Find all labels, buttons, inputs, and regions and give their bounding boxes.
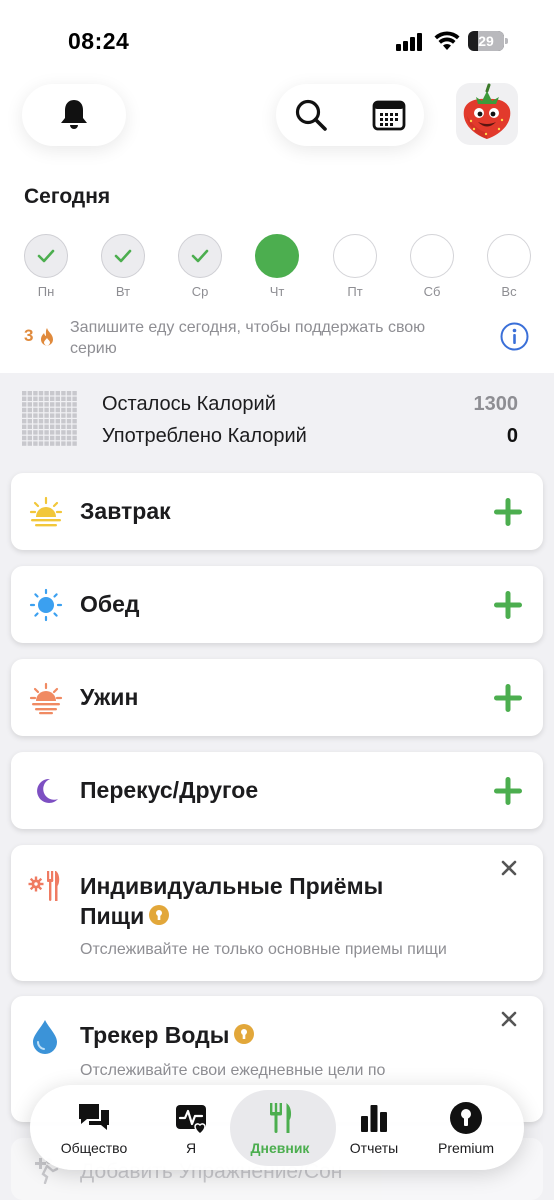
nav-me[interactable]: Я bbox=[141, 1085, 241, 1170]
nav-label: Общество bbox=[60, 1139, 128, 1156]
day-label: Пт bbox=[347, 284, 363, 299]
bottom-nav: Общество Я Дневник Отчеты Premium bbox=[30, 1085, 524, 1170]
avatar[interactable] bbox=[456, 83, 518, 145]
chat-icon bbox=[79, 1103, 109, 1130]
meal-label: Ужин bbox=[80, 684, 139, 710]
streak-count: 3 bbox=[24, 326, 34, 345]
custom-meals-title: Индивидуальные Приёмы bbox=[80, 873, 384, 899]
consumed-calories-value: 0 bbox=[506, 425, 518, 447]
water-tracker-title: Трекер Воды bbox=[80, 1020, 255, 1050]
premium-lock-icon bbox=[149, 905, 170, 925]
custom-meals-description: Отслеживайте не только основные приемы п… bbox=[80, 941, 447, 958]
info-icon[interactable] bbox=[500, 322, 529, 351]
day-circle[interactable] bbox=[410, 234, 454, 278]
day-label: Сб bbox=[423, 284, 441, 299]
strawberry-avatar-icon bbox=[463, 83, 511, 139]
close-icon[interactable] bbox=[498, 1008, 520, 1030]
bell-icon bbox=[61, 100, 87, 129]
battery-icon: 29 bbox=[468, 31, 508, 51]
custom-meals-title-line2: Пищи bbox=[80, 901, 170, 931]
meal-label: Перекус/Другое bbox=[80, 777, 259, 803]
remaining-calories-value: 1300 bbox=[473, 393, 519, 415]
custom-meals-card[interactable]: Индивидуальные Приёмы Пищи Отслеживайте … bbox=[11, 845, 543, 981]
check-icon bbox=[191, 249, 209, 263]
custom-meals-icon bbox=[28, 871, 60, 901]
cellular-signal-icon bbox=[396, 33, 424, 51]
fork-knife-icon bbox=[270, 1102, 292, 1133]
add-breakfast-button[interactable] bbox=[492, 496, 524, 528]
sunset-icon bbox=[29, 682, 63, 715]
search-icon[interactable] bbox=[294, 98, 328, 132]
day-circle[interactable] bbox=[24, 234, 68, 278]
page-title: Сегодня bbox=[24, 185, 111, 208]
day-item[interactable]: Ср bbox=[178, 234, 224, 299]
meal-label: Обед bbox=[80, 591, 140, 617]
nav-premium[interactable]: Premium bbox=[416, 1085, 516, 1170]
day-label: Вс bbox=[501, 284, 517, 299]
add-dinner-button[interactable] bbox=[492, 682, 524, 714]
nav-reports[interactable]: Отчеты bbox=[324, 1085, 424, 1170]
nav-diary[interactable]: Дневник bbox=[230, 1085, 336, 1170]
meal-card-snack[interactable]: Перекус/Другое bbox=[11, 752, 543, 829]
nav-community[interactable]: Общество bbox=[44, 1085, 144, 1170]
wifi-icon bbox=[434, 31, 460, 50]
remaining-calories-label: Осталось Калорий bbox=[102, 393, 276, 415]
day-circle[interactable] bbox=[487, 234, 531, 278]
moon-icon bbox=[37, 778, 58, 803]
consumed-calories-label: Употреблено Калорий bbox=[102, 425, 307, 447]
meal-card-dinner[interactable]: Ужин bbox=[11, 659, 543, 736]
bar-chart-icon bbox=[361, 1104, 387, 1132]
add-lunch-button[interactable] bbox=[492, 589, 524, 621]
meal-label: Завтрак bbox=[80, 498, 171, 524]
day-item[interactable]: Вт bbox=[101, 234, 147, 299]
meal-card-breakfast[interactable]: Завтрак bbox=[11, 473, 543, 550]
battery-level: 29 bbox=[478, 33, 494, 49]
nav-label: Я bbox=[185, 1139, 197, 1156]
premium-lock-icon bbox=[234, 1024, 255, 1044]
day-label: Ср bbox=[191, 284, 209, 299]
check-icon bbox=[114, 249, 132, 263]
day-circle[interactable] bbox=[101, 234, 145, 278]
day-circle[interactable] bbox=[333, 234, 377, 278]
day-item[interactable]: Вс bbox=[487, 234, 533, 299]
water-drop-icon bbox=[33, 1020, 57, 1054]
add-snack-button[interactable] bbox=[492, 775, 524, 807]
status-time: 08:24 bbox=[68, 28, 130, 54]
heart-activity-icon bbox=[176, 1104, 206, 1135]
nav-label: Дневник bbox=[250, 1139, 310, 1156]
day-item[interactable]: Чт bbox=[255, 234, 301, 299]
header-actions bbox=[276, 84, 424, 146]
check-icon bbox=[37, 249, 55, 263]
day-item[interactable]: Пн bbox=[24, 234, 70, 299]
notifications-button[interactable] bbox=[22, 84, 126, 146]
day-circle[interactable] bbox=[255, 234, 299, 278]
nav-label: Premium bbox=[437, 1139, 494, 1156]
sun-icon bbox=[29, 588, 63, 622]
nav-label: Отчеты bbox=[349, 1139, 399, 1156]
sunrise-icon bbox=[29, 496, 63, 527]
day-label: Пн bbox=[37, 284, 55, 299]
day-item[interactable]: Сб bbox=[410, 234, 456, 299]
day-circle[interactable] bbox=[178, 234, 222, 278]
fire-icon bbox=[41, 328, 53, 346]
keyhole-icon bbox=[450, 1101, 482, 1134]
day-item[interactable]: Пт bbox=[333, 234, 379, 299]
streak-message: Запишите еду сегодня, чтобы поддержать с… bbox=[70, 319, 426, 357]
day-label: Вт bbox=[115, 284, 131, 299]
meal-card-lunch[interactable]: Обед bbox=[11, 566, 543, 643]
close-icon[interactable] bbox=[498, 857, 520, 879]
calorie-grid-icon bbox=[22, 391, 77, 446]
status-bar: 08:24 29 bbox=[0, 0, 554, 80]
water-tracker-description: Отслеживайте свои ежедневные цели по bbox=[80, 1062, 386, 1079]
day-label: Чт bbox=[269, 284, 285, 299]
calendar-icon[interactable] bbox=[372, 99, 406, 131]
